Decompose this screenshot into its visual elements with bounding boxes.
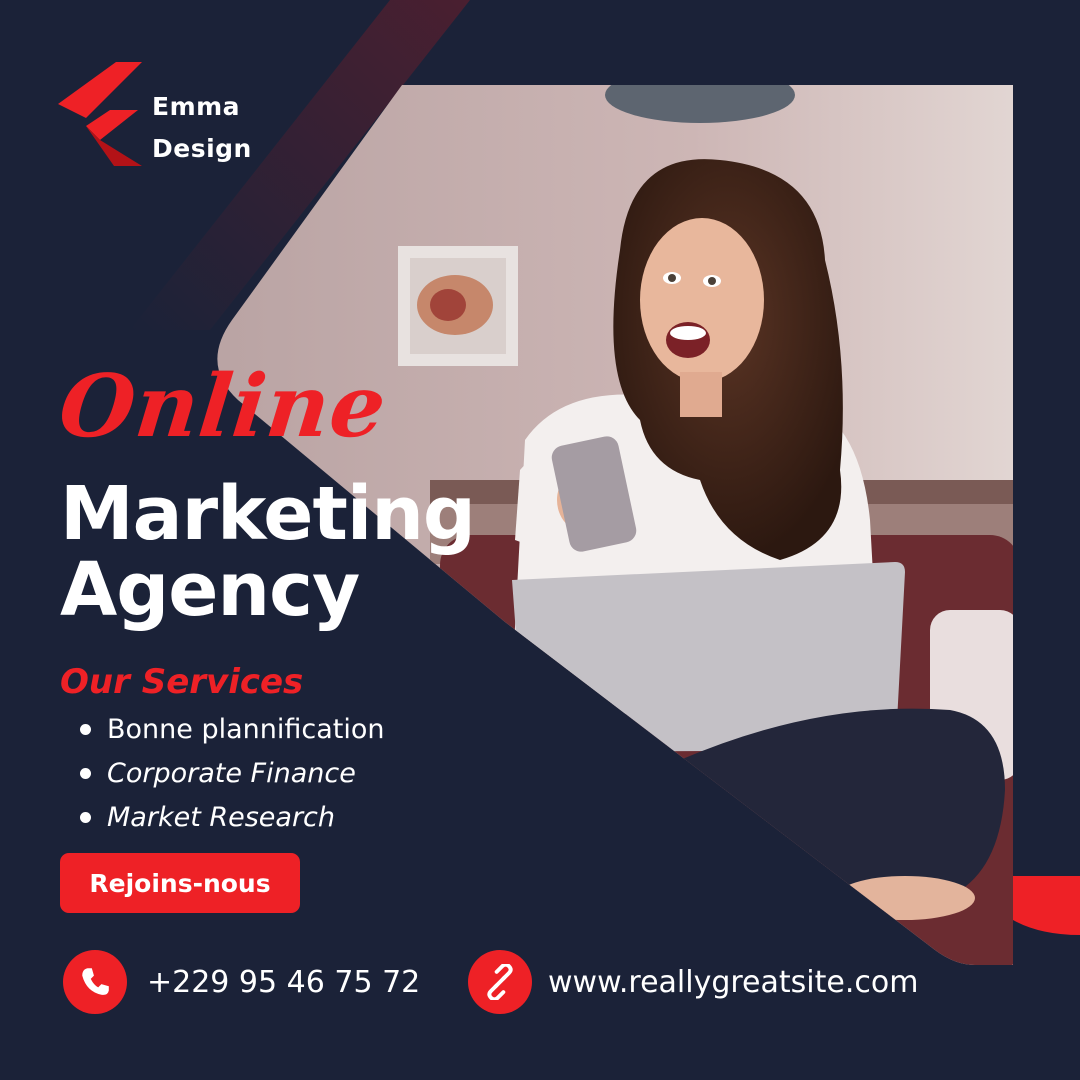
services-title: Our Services	[60, 662, 304, 702]
brand-name: Emma Design	[152, 86, 252, 170]
phone-icon	[63, 950, 127, 1014]
headline-script: Online	[54, 356, 392, 457]
website-url[interactable]: www.reallygreatsite.com	[548, 965, 918, 1000]
brand-name-line2: Design	[152, 134, 252, 163]
bullet-icon	[80, 724, 91, 735]
phone-number[interactable]: +229 95 46 75 72	[147, 965, 420, 1000]
list-item: Bonne plannification	[80, 710, 385, 754]
website-contact[interactable]: www.reallygreatsite.com	[468, 950, 918, 1014]
service-label: Bonne plannification	[107, 714, 385, 745]
services-list: Bonne plannification Corporate Finance M…	[80, 710, 385, 842]
link-icon	[468, 950, 532, 1014]
service-label: Market Research	[107, 802, 336, 833]
headline-main: Marketing Agency	[60, 471, 476, 633]
chevron-logo-icon	[58, 62, 142, 166]
bullet-icon	[80, 812, 91, 823]
list-item: Market Research	[80, 798, 385, 842]
list-item: Corporate Finance	[80, 754, 385, 798]
poster: Emma Design Online Marketing Agency Our …	[0, 0, 1080, 1080]
brand-logo[interactable]: Emma Design	[58, 62, 258, 172]
brand-name-line1: Emma	[152, 92, 241, 121]
join-button[interactable]: Rejoins-nous	[60, 853, 300, 913]
headline-line2: Agency	[60, 547, 360, 633]
service-label: Corporate Finance	[107, 758, 356, 789]
phone-contact[interactable]: +229 95 46 75 72	[63, 950, 420, 1014]
bullet-icon	[80, 768, 91, 779]
headline-line1: Marketing	[60, 471, 476, 557]
